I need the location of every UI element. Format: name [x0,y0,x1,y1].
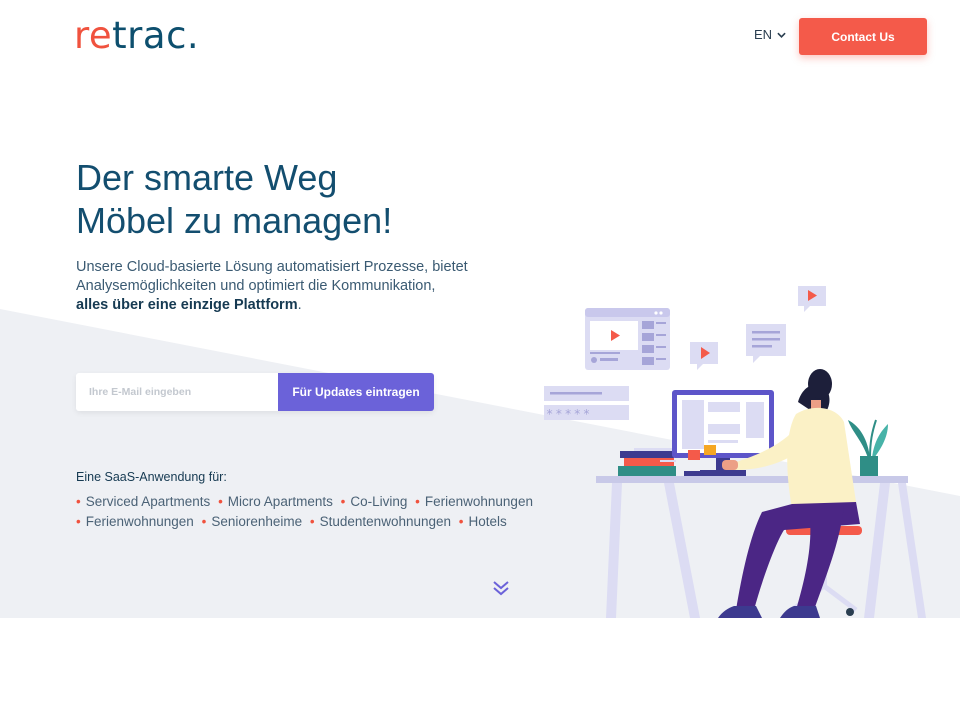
subscribe-button[interactable]: Für Updates eintragen [278,373,434,411]
newsletter-signup-form: Für Updates eintragen [76,373,434,411]
contact-us-button[interactable]: Contact Us [799,18,927,55]
hero-section: Der smarte Weg Möbel zu managen! Unsere … [0,0,960,618]
site-header: retrac. EN Contact Us [0,0,960,72]
saas-item: • Studentenwohnungen [309,514,452,529]
email-input[interactable] [76,373,278,411]
hero-description: Unsere Cloud-basierte Lösung automatisie… [76,258,496,315]
language-selector[interactable]: EN [754,27,786,42]
saas-item: • Ferienwohnungen [415,494,533,509]
description-bold-text: alles über eine einzige Plattform [76,297,298,313]
saas-item: • Hotels [458,514,507,529]
saas-target-list: • Serviced Apartments • Micro Apartments •… [76,492,546,532]
chevron-down-icon [777,32,786,38]
description-end: . [297,297,302,313]
scroll-down-button[interactable] [491,578,511,598]
saas-item: • Seniorenheime [201,514,303,529]
saas-item: • Co-Living [340,494,408,509]
language-label: EN [754,27,773,42]
saas-label: Eine SaaS-Anwendung für: [76,470,227,484]
headline-line-2: Möbel zu managen! [76,200,393,241]
saas-item: • Micro Apartments [218,494,333,509]
headline-line-1: Der smarte Weg [76,157,338,198]
hero-headline: Der smarte Weg Möbel zu managen! [76,156,392,242]
retrac-logo[interactable]: retrac. [74,14,199,58]
saas-item: • Ferienwohnungen [76,514,194,529]
double-chevron-down-icon [493,581,509,596]
saas-item: • Serviced Apartments [76,494,211,509]
description-text: Unsere Cloud-basierte Lösung automatisie… [76,259,468,294]
